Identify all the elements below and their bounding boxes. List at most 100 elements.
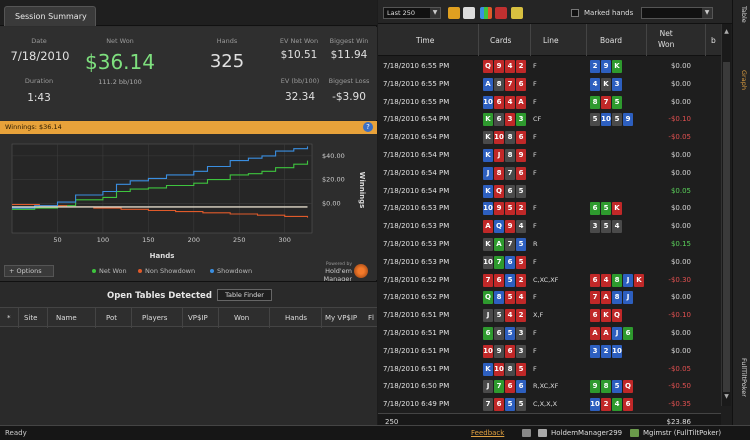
table-row[interactable]: 7/18/2010 6:53 PM A Q 9 4 F 3 5 4 $0.00: [378, 218, 721, 235]
open-tables-title: Open Tables Detected: [107, 291, 212, 301]
row-line: F: [533, 62, 537, 70]
tab-session-summary[interactable]: Session Summary: [4, 6, 96, 26]
card: A: [590, 327, 600, 340]
col-pot[interactable]: Pot: [106, 314, 117, 322]
status-player: Mgimstr (FullTiltPoker): [643, 429, 722, 437]
side-tab-table[interactable]: Table: [736, 6, 748, 23]
card: 9: [494, 60, 504, 73]
row-net-won: $0.00: [670, 346, 691, 355]
table-row[interactable]: 7/18/2010 6:54 PM K 10 8 6 F -$0.05: [378, 129, 721, 146]
marked-hands-select[interactable]: ▼: [641, 7, 713, 19]
col-sep: [646, 24, 647, 56]
last-hands-select[interactable]: Last 250 ▼: [383, 7, 441, 19]
col-line[interactable]: Line: [543, 36, 559, 45]
table-row[interactable]: 7/18/2010 6:55 PM Q 9 4 2 F 2 9 K $0.00: [378, 58, 721, 75]
replayer-icon[interactable]: [463, 7, 475, 19]
feedback-link[interactable]: Feedback: [471, 429, 504, 437]
table-row[interactable]: 7/18/2010 6:52 PM 7 6 5 2 C,XC,XF 6 4 8 J K -$0.30: [378, 272, 721, 289]
table-row[interactable]: 7/18/2010 6:52 PM Q 8 5 4 F 7 A 8 J $0.00: [378, 289, 721, 306]
table-row[interactable]: 7/18/2010 6:51 PM 10 9 6 3 F 3 2 10 $0.00: [378, 343, 721, 360]
biggest-loss-value: -$3.90: [332, 91, 366, 103]
col-vpip[interactable]: VP$IP: [188, 314, 208, 322]
table-row[interactable]: 7/18/2010 6:50 PM J 7 6 6 R,XC,XF 9 8 5 Q -$0.50: [378, 378, 721, 395]
table-row[interactable]: 7/18/2010 6:54 PM K 6 3 3 CF 5 10 5 9 -$0.10: [378, 111, 721, 128]
help-icon[interactable]: ?: [363, 122, 373, 132]
table-row[interactable]: 7/18/2010 6:55 PM A 8 7 6 F 4 K 3 $0.00: [378, 76, 721, 93]
hands-label: Hands: [216, 37, 238, 45]
table-row[interactable]: 7/18/2010 6:54 PM J 8 7 6 F $0.00: [378, 165, 721, 182]
row-cards: KA75: [483, 238, 527, 251]
row-cards: 7652: [483, 273, 527, 287]
row-net-won: $0.00: [670, 62, 691, 70]
col-time[interactable]: Time: [416, 36, 434, 45]
col-hands[interactable]: Hands: [285, 314, 307, 322]
card: Q: [483, 291, 493, 305]
col-name[interactable]: Name: [56, 314, 77, 322]
col-won[interactable]: Won: [234, 314, 249, 322]
hands-scrollbar[interactable]: ▲ ▼: [721, 24, 731, 406]
rewind-icon[interactable]: [448, 7, 460, 19]
card: J: [494, 149, 504, 162]
col-fl[interactable]: Fl: [368, 314, 374, 322]
col-my-vpip[interactable]: My VP$IP: [325, 314, 357, 322]
col-cards[interactable]: Cards: [490, 36, 511, 45]
row-cards: A876: [483, 77, 527, 91]
star-icon[interactable]: *: [7, 314, 11, 322]
col-sep: [269, 308, 270, 328]
legend-label: Showdown: [217, 267, 253, 275]
legend-showdown[interactable]: Showdown: [210, 267, 252, 275]
card: 9: [505, 220, 515, 234]
row-net-won: $0.00: [670, 329, 691, 337]
marked-hands-checkbox[interactable]: [571, 9, 579, 17]
card: A: [483, 220, 493, 234]
table-row[interactable]: 7/18/2010 6:53 PM K A 7 5 R $0.15: [378, 236, 721, 253]
side-tab-fulltiltpoker[interactable]: FullTiltPoker: [736, 358, 748, 397]
table-row[interactable]: 7/18/2010 6:53 PM 10 9 5 2 F 6 5 K $0.00: [378, 200, 721, 217]
row-net-won: $0.00: [670, 151, 691, 159]
card: 4: [612, 398, 622, 412]
table-row[interactable]: 7/18/2010 6:55 PM 10 6 4 A F 8 7 5 $0.00: [378, 94, 721, 111]
table-row[interactable]: 7/18/2010 6:49 PM 7 6 5 5 C,X,X,X 10 2 4 6 -$0.35: [378, 396, 721, 413]
row-board: 6KQ: [590, 309, 623, 323]
table-row[interactable]: 7/18/2010 6:51 PM J 5 4 2 X,F 6 K Q -$0.10: [378, 307, 721, 324]
row-line: F: [533, 257, 537, 266]
scroll-down-icon[interactable]: ▼: [723, 393, 730, 401]
chevron-down-icon[interactable]: ▼: [702, 8, 712, 18]
card: 3: [516, 344, 526, 358]
x-tick-label: 100: [97, 236, 109, 244]
row-time: 7/18/2010 6:50 PM: [383, 382, 450, 391]
table-row[interactable]: 7/18/2010 6:53 PM 10 7 6 5 F $0.00: [378, 254, 721, 271]
settings-icon[interactable]: [511, 7, 523, 19]
options-button[interactable]: + Options: [4, 265, 54, 277]
scroll-up-icon[interactable]: ▲: [723, 28, 730, 36]
chevron-down-icon[interactable]: ▼: [430, 8, 440, 18]
table-row[interactable]: 7/18/2010 6:51 PM 6 6 5 3 F A A J 6 $0.00: [378, 325, 721, 342]
stats-icon[interactable]: [480, 7, 492, 19]
table-row[interactable]: 7/18/2010 6:51 PM K 10 8 5 F -$0.05: [378, 361, 721, 378]
side-tab-graph[interactable]: Graph: [736, 70, 748, 90]
col-sep: [47, 308, 48, 328]
col-site[interactable]: Site: [24, 314, 37, 322]
legend-non-showdown[interactable]: Non Showdown: [138, 267, 195, 275]
y-tick-label: $40.00: [322, 152, 345, 160]
col-b[interactable]: b: [711, 36, 716, 45]
card: 5: [505, 273, 515, 287]
legend-net-won[interactable]: Net Won: [92, 267, 127, 275]
card: 2: [601, 344, 611, 358]
scroll-thumb[interactable]: [723, 62, 730, 392]
card: 9: [516, 149, 526, 162]
row-cards: J766: [483, 380, 527, 394]
col-players[interactable]: Players: [142, 314, 167, 322]
col-net-won[interactable]: Net Won: [658, 28, 674, 50]
table-row[interactable]: 7/18/2010 6:54 PM K J 8 9 F $0.00: [378, 147, 721, 164]
chart-x-label: Hands: [150, 252, 175, 260]
card: 4: [612, 220, 622, 234]
card: Q: [494, 184, 504, 198]
ev-net-won-value: $10.51: [280, 49, 318, 61]
status-bar: Ready Feedback HoldemManager299 Mgimstr …: [0, 425, 750, 440]
table-finder-button[interactable]: Table Finder: [217, 289, 272, 301]
filter-icon[interactable]: [495, 7, 507, 19]
col-board[interactable]: Board: [600, 36, 622, 45]
table-row[interactable]: 7/18/2010 6:54 PM K Q 6 5 $0.05: [378, 183, 721, 200]
row-time: 7/18/2010 6:53 PM: [383, 257, 450, 266]
